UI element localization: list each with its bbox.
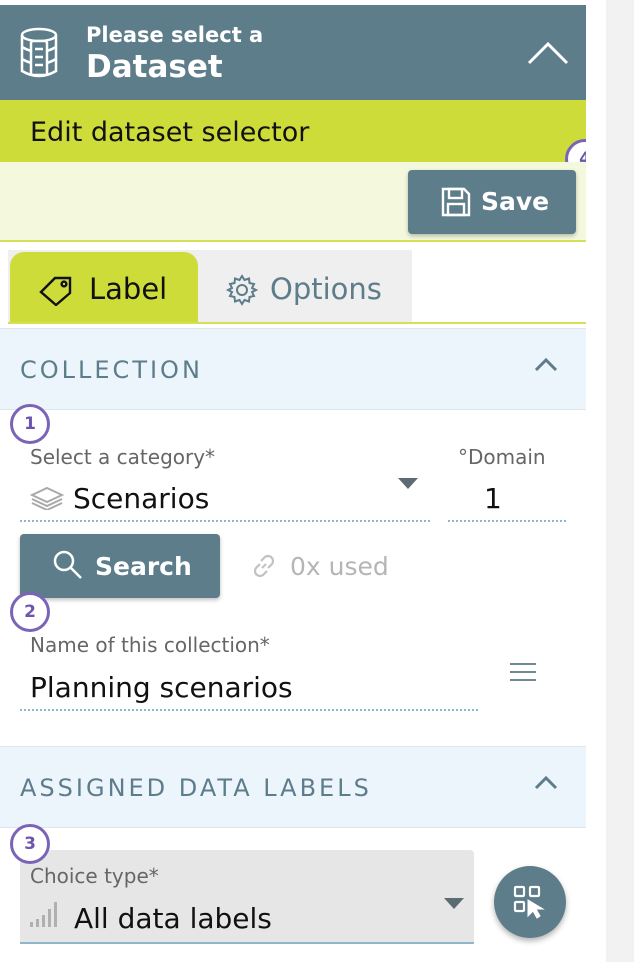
tab-bar: Label Options (0, 242, 586, 324)
tab-options[interactable]: Options (210, 252, 410, 324)
search-button-label: Search (95, 552, 192, 581)
save-button-label: Save (481, 187, 550, 216)
tab-label[interactable]: Label (10, 252, 198, 324)
choice-type-select[interactable]: Choice type* All data labels (20, 850, 474, 944)
step-badge-1: 1 (10, 404, 50, 444)
tag-icon (39, 276, 72, 306)
category-select[interactable]: Scenarios (20, 474, 430, 522)
assigned-labels-section-header[interactable]: ASSIGNED DATA LABELS (0, 746, 586, 828)
database-icon (20, 27, 58, 78)
header-subtitle: Please select a (86, 23, 264, 47)
header-title: Dataset (86, 49, 223, 85)
window-gutter (606, 0, 634, 962)
chevron-up-icon[interactable] (533, 773, 559, 793)
hamburger-menu-icon[interactable] (510, 662, 536, 682)
edit-bar: Edit dataset selector (0, 100, 586, 162)
save-area: Save (0, 162, 586, 242)
dropdown-arrow-icon (398, 478, 418, 489)
search-button[interactable]: Search (20, 534, 220, 598)
usage-indicator: 0x used (248, 548, 418, 584)
link-icon (253, 554, 275, 578)
save-button[interactable]: Save (408, 170, 576, 234)
assigned-labels-title: ASSIGNED DATA LABELS (20, 774, 372, 802)
domain-input[interactable]: 1 (484, 482, 502, 515)
dataset-selector-panel: Please select a Dataset Edit dataset sel… (0, 0, 605, 962)
usage-count: 0x used (290, 552, 389, 581)
step-badge-3: 3 (10, 824, 50, 864)
tab-options-text: Options (270, 272, 382, 306)
chevron-up-icon[interactable] (533, 355, 559, 375)
edit-title: Edit dataset selector (30, 117, 310, 148)
gear-icon (226, 274, 258, 306)
domain-label: °Domain (458, 445, 546, 469)
search-icon (53, 550, 82, 579)
qr-select-button[interactable] (494, 866, 566, 938)
category-underline (20, 520, 430, 522)
collection-name-input[interactable]: Planning scenarios (30, 671, 293, 704)
domain-underline (448, 520, 566, 522)
floppy-disk-icon (441, 187, 471, 217)
choice-type-value: All data labels (74, 902, 272, 935)
collection-name-label: Name of this collection* (30, 633, 270, 657)
layers-icon (30, 486, 64, 510)
step-badge-2: 2 (10, 592, 50, 632)
collection-name-underline (20, 709, 478, 711)
tab-label-text: Label (89, 272, 168, 306)
category-label: Select a category* (30, 445, 216, 469)
scroll-area (586, 0, 606, 962)
collection-section-title: COLLECTION (20, 356, 203, 384)
dataset-header[interactable]: Please select a Dataset (0, 5, 586, 100)
qr-select-icon (513, 885, 545, 919)
category-value: Scenarios (73, 482, 210, 515)
collection-section-header[interactable]: COLLECTION (0, 328, 586, 410)
signal-bars-icon (30, 902, 57, 927)
choice-type-label: Choice type* (30, 864, 159, 888)
dropdown-arrow-icon (444, 898, 464, 909)
tabs-divider (8, 322, 586, 324)
chevron-up-icon[interactable] (524, 35, 572, 71)
